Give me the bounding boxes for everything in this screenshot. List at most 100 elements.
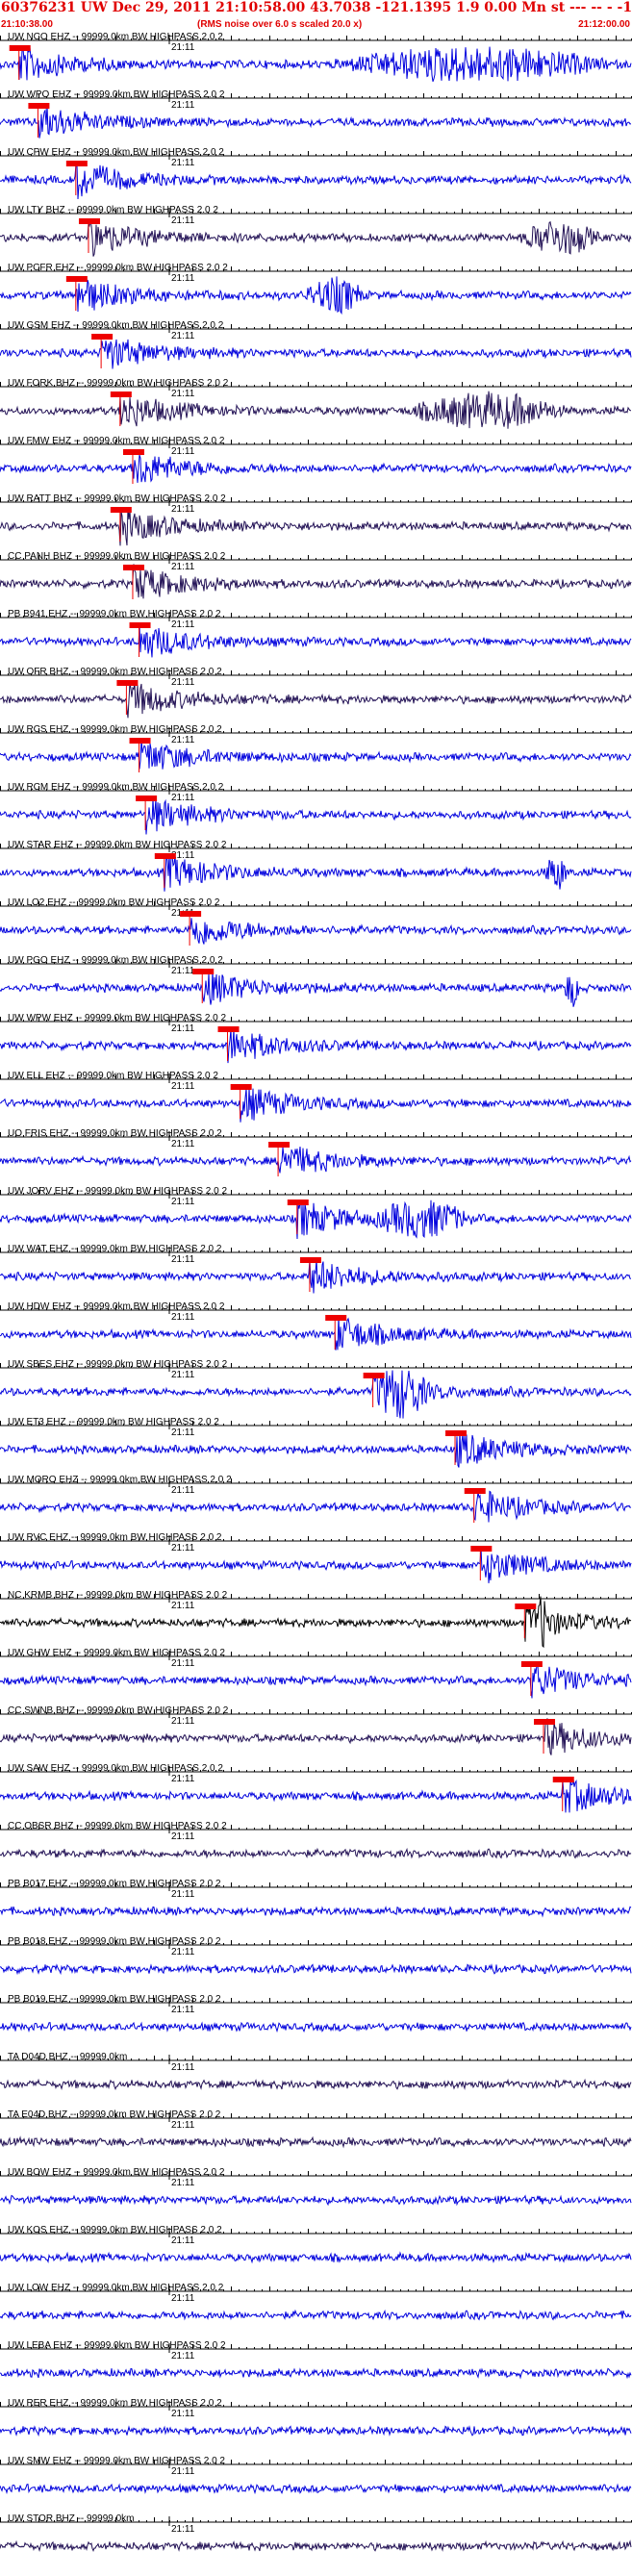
phase-pick-marker: [136, 796, 158, 801]
station-label: CC OBSR BHZ -- 99999.0km BW HIGHPASS 2.0…: [8, 1821, 227, 1831]
phase-pick-marker: [217, 1026, 240, 1032]
minute-tick-label: 21:11: [171, 1370, 195, 1380]
minute-tick-label: 21:11: [171, 1716, 195, 1727]
phase-pick-marker: [515, 1604, 537, 1609]
station-waveform: [0, 1847, 632, 1859]
minute-tick-label: 21:11: [171, 273, 195, 284]
station-waveform: [0, 104, 632, 139]
station-label: UW MORO EHZ -- 99999.0km BW HIGHPASS 2.0…: [8, 1475, 232, 1485]
station-waveform: [0, 1259, 632, 1294]
station-waveform: [0, 339, 632, 369]
station-waveform: [0, 682, 632, 719]
station-waveform: [0, 798, 632, 835]
minute-tick-label: 21:11: [171, 2062, 195, 2073]
minute-tick-label: 21:11: [171, 793, 195, 803]
minute-tick-label: 21:11: [171, 2120, 195, 2131]
station-label: PB B017 EHZ -- 99999.0km BW HIGHPASS 2.0…: [8, 1879, 221, 1889]
station-trace-group: 21:11UW RCM EHZ -- 99999.0km BW HIGHPASS…: [0, 782, 632, 835]
station-trace-group: 21:11UW KOS EHZ -- 99999.0km BW HIGHPASS…: [0, 2225, 632, 2264]
minute-tick-label: 21:11: [171, 2005, 195, 2015]
station-label: UW LEBA EHZ -- 99999.0km BW HIGHPASS 2.0…: [8, 2340, 226, 2351]
station-label: UW RER EHZ -- 99999.0km BW HIGHPASS 2.0 …: [8, 2398, 222, 2409]
minute-tick-label: 21:11: [171, 215, 195, 226]
phase-pick-marker: [78, 218, 100, 224]
station-trace-group: 21:11UW STAR EHZ -- 99999.0km BW HIGHPAS…: [0, 840, 632, 892]
station-trace-group: 21:11UW SBES EHZ -- 99999.0km BW HIGHPAS…: [0, 1359, 632, 1419]
station-trace-group: 21:11PB B941 EHZ -- 99999.0km BW HIGHPAS…: [0, 609, 632, 658]
station-label: CC SWNB BHZ -- 99999.0km BW HIGHPASS 2.0…: [8, 1705, 229, 1716]
station-label: UW STAR EHZ -- 99999.0km BW HIGHPASS 2.0…: [8, 840, 227, 850]
station-waveform: [0, 2539, 632, 2553]
phase-pick-marker: [445, 1430, 468, 1436]
station-waveform: [0, 853, 632, 892]
station-waveform: [0, 2425, 632, 2437]
station-waveform: [0, 1963, 632, 1976]
station-label: UW RVC EHZ -- 99999.0km BW HIGHPASS 2.0 …: [8, 1532, 222, 1543]
phase-pick-marker: [65, 276, 88, 282]
minute-tick-label: 21:11: [171, 100, 195, 111]
phase-pick-marker: [116, 680, 139, 686]
station-label: UW PCFR EHZ -- 99999.0km BW HIGHPASS 2.0…: [8, 263, 228, 273]
station-trace-group: 21:11UW JORV EHZ -- 99999.0km BW HIGHPAS…: [0, 1186, 632, 1240]
station-trace-group: 21:11UW LTY BHZ -- 99999.0km BW HIGHPASS…: [0, 205, 632, 257]
station-trace-group: 21:11PB B017 EHZ -- 99999.0km BW HIGHPAS…: [0, 1879, 632, 1918]
station-waveform: [0, 739, 632, 770]
minute-tick-label: 21:11: [171, 1658, 195, 1669]
station-trace-group: 21:11UW PCFR EHZ -- 99999.0km BW HIGHPAS…: [0, 263, 632, 316]
phase-pick-marker: [122, 449, 144, 455]
station-label: UW FORK BHZ -- 99999.0km BW HIGHPASS 2.0…: [8, 378, 229, 389]
minute-tick-label: 21:11: [171, 42, 195, 53]
station-waveform: [0, 454, 632, 483]
minute-tick-label: 21:11: [171, 1601, 195, 1611]
station-waveform: [0, 507, 632, 546]
station-label: UW OFR BHZ -- 99999.0km BW HIGHPASS 2.0 …: [8, 667, 222, 677]
station-waveform: [0, 1316, 632, 1351]
phase-pick-marker: [129, 622, 151, 628]
station-label: UW RATT BHZ -- 99999.0km BW HIGHPASS 2.0…: [8, 493, 226, 504]
minute-tick-label: 21:11: [171, 2409, 195, 2419]
phase-pick-marker: [91, 334, 114, 340]
station-trace-group: 21:11UW FMW EHZ -- 99999.0km BW HIGHPASS…: [0, 436, 632, 484]
phase-pick-marker: [110, 507, 132, 513]
station-waveform: [0, 1146, 632, 1174]
station-label: UW LO2 EHZ -- 99999.0km BW HIGHPASS 2.0 …: [8, 897, 220, 908]
station-label: TA D04D BHZ -- 99999.0km: [8, 2052, 127, 2062]
station-waveform: [0, 2021, 632, 2033]
station-trace-group: 21:11CC SWNB BHZ -- 99999.0km BW HIGHPAS…: [0, 1705, 632, 1755]
station-trace-group: 21:11UW FORK BHZ -- 99999.0km BW HIGHPAS…: [0, 378, 632, 429]
station-trace-group: 21:11UW PGO EHZ -- 99999.0km BW HIGHPASS…: [0, 955, 632, 1007]
minute-tick-label: 21:11: [171, 1485, 195, 1496]
station-label: UW GSM EHZ -- 99999.0km BW HIGHPASS 2.0 …: [8, 320, 224, 331]
minute-tick-label: 21:11: [171, 619, 195, 630]
phase-pick-marker: [110, 391, 132, 397]
station-waveform: [0, 1596, 632, 1649]
minute-tick-label: 21:11: [171, 2235, 195, 2246]
station-label: UW PGO EHZ -- 99999.0km BW HIGHPASS 2.0 …: [8, 955, 223, 966]
minute-tick-label: 21:11: [171, 446, 195, 457]
station-trace-group: 21:11UW SMW EHZ -- 99999.0km BW HIGHPASS…: [0, 2456, 632, 2495]
minute-tick-label: 21:11: [171, 562, 195, 572]
minute-tick-label: 21:11: [171, 1081, 195, 1092]
station-trace-group: 21:11UW OFR BHZ -- 99999.0km BW HIGHPASS…: [0, 667, 632, 719]
station-waveform: [0, 1370, 632, 1419]
minute-tick-label: 21:11: [171, 1774, 195, 1784]
phase-pick-marker: [470, 1546, 493, 1552]
station-label: PB B941 EHZ -- 99999.0km BW HIGHPASS 2.0…: [8, 609, 221, 619]
minute-tick-label: 21:11: [171, 2524, 195, 2535]
minute-tick-label: 21:11: [171, 1023, 195, 1034]
station-waveform: [0, 2309, 632, 2321]
station-waveform: [0, 1200, 632, 1240]
station-waveform: [0, 564, 632, 599]
minute-tick-label: 21:11: [171, 1312, 195, 1323]
station-waveform: [0, 276, 632, 316]
station-waveform: [0, 2078, 632, 2091]
station-trace-group: 21:11PB B018 EHZ -- 99999.0km BW HIGHPAS…: [0, 1936, 632, 1976]
station-trace-group: 21:11UW GSM EHZ -- 99999.0km BW HIGHPASS…: [0, 320, 632, 369]
phase-pick-marker: [464, 1488, 486, 1494]
station-label: UW STOR BHZ -- 99999.0km: [8, 2513, 135, 2524]
station-label: UW WPO EHZ -- 99999.0km BW HIGHPASS 2.0 …: [8, 89, 225, 100]
station-trace-group: 21:11UW ET3 EHZ -- 99999.0km BW HIGHPASS…: [0, 1417, 632, 1468]
station-waveform: [0, 1028, 632, 1064]
station-label: UW JORV EHZ -- 99999.0km BW HIGHPASS 2.0…: [8, 1186, 227, 1197]
minute-tick-label: 21:11: [171, 504, 195, 515]
